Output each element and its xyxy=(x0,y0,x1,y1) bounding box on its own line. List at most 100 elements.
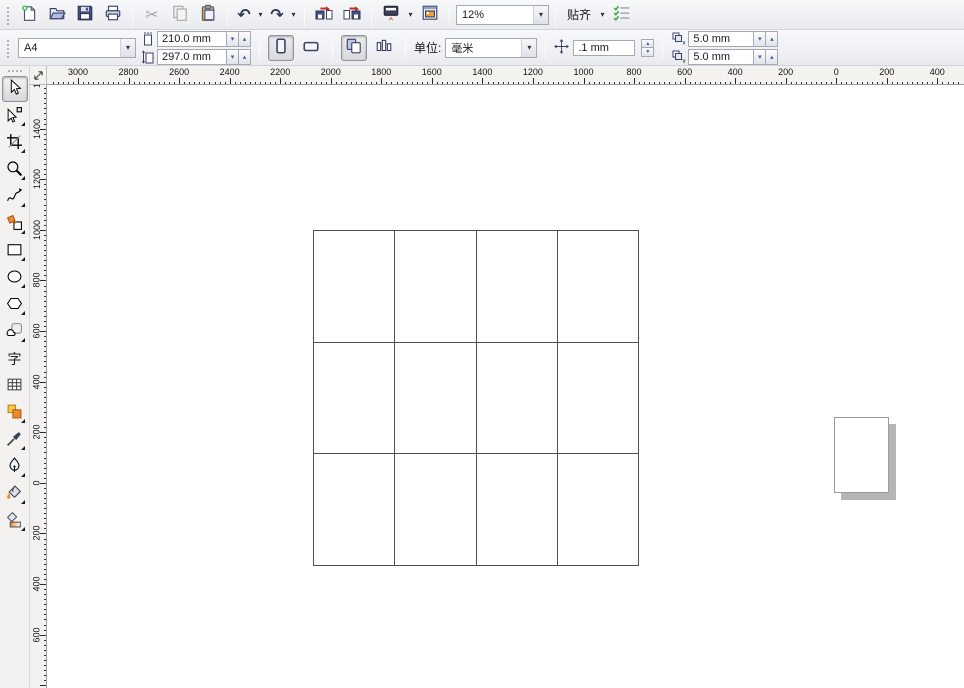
propbar-grip[interactable] xyxy=(5,37,10,58)
horizontal-ruler[interactable]: 3000 2800 2600 2400 2200 2000 1800 1600 1400 1200… xyxy=(47,66,964,85)
nudge-spin-up[interactable]: ▴ xyxy=(641,38,655,48)
grid-cell[interactable] xyxy=(394,230,476,342)
nudge-offset-field[interactable]: .1 mm xyxy=(573,39,636,56)
welcome-screen-button[interactable] xyxy=(417,2,443,28)
nudge-spin-down[interactable]: ▾ xyxy=(641,47,655,57)
units-combo[interactable]: 毫米 ▾ xyxy=(445,37,538,58)
standard-toolbar: ✂ ↶ ▾ ↷ ▾ ▾ 12% ▾ 贴齐 ▾ xyxy=(0,0,964,30)
rectangle-tool[interactable] xyxy=(2,238,28,264)
shape-tool[interactable] xyxy=(2,103,28,129)
export-icon xyxy=(343,4,361,25)
welcome-screen-icon xyxy=(421,4,439,25)
copy-button[interactable] xyxy=(167,2,193,28)
drawing-canvas[interactable] xyxy=(47,85,964,688)
new-document-icon xyxy=(20,4,38,25)
outline-pen-tool[interactable] xyxy=(2,454,28,480)
open-button[interactable] xyxy=(44,2,70,28)
application-launcher-button[interactable] xyxy=(378,2,404,28)
coreldraw-window: ✂ ↶ ▾ ↷ ▾ ▾ 12% ▾ 贴齐 ▾ A4 ▾ 210.0 mm ▾ ▴… xyxy=(0,0,964,688)
redo-dropdown-caret[interactable]: ▾ xyxy=(289,10,298,19)
grid-cell[interactable] xyxy=(313,453,395,565)
table-tool[interactable] xyxy=(2,373,28,399)
grid-cell[interactable] xyxy=(394,341,476,454)
all-pages-size-button[interactable] xyxy=(341,34,367,61)
grid-cell[interactable] xyxy=(394,453,476,565)
snap-to-caret[interactable]: ▾ xyxy=(598,10,607,19)
grid-cell[interactable] xyxy=(313,230,395,342)
options-button[interactable] xyxy=(609,2,635,28)
duplicate-y-spin-up[interactable]: ▴ xyxy=(766,48,779,65)
duplicate-y-field[interactable]: 5.0 mm xyxy=(688,48,755,65)
toolbar-grip[interactable] xyxy=(5,4,10,25)
vertical-ruler[interactable]: 16001400120010008006004002000200400600 xyxy=(30,85,47,688)
duplicate-x-spin-up[interactable]: ▴ xyxy=(766,30,779,47)
zoom-level-value: 12% xyxy=(462,8,485,21)
paper-height-spin-up[interactable]: ▴ xyxy=(239,48,251,65)
eyedropper-tool[interactable] xyxy=(2,427,28,453)
zoom-level-combo[interactable]: 12% ▾ xyxy=(456,4,549,25)
paste-clipboard-icon xyxy=(199,4,217,25)
separator xyxy=(332,36,333,59)
duplicate-x-icon: x xyxy=(671,32,686,45)
save-button[interactable] xyxy=(72,2,98,28)
undo-icon: ↶ xyxy=(237,4,251,24)
grid-cell[interactable] xyxy=(556,230,638,342)
snap-to-button[interactable]: 贴齐 xyxy=(562,2,596,28)
undo-dropdown-caret[interactable]: ▾ xyxy=(256,10,265,19)
portrait-orientation-button[interactable] xyxy=(268,34,294,61)
grid-cell[interactable] xyxy=(475,341,557,454)
current-page-size-button[interactable] xyxy=(371,35,397,61)
units-label: 单位: xyxy=(414,41,442,55)
paper-height-spin-down[interactable]: ▾ xyxy=(227,48,239,65)
landscape-orientation-button[interactable] xyxy=(298,35,324,61)
ruler-origin[interactable] xyxy=(30,66,47,85)
paper-height-field[interactable]: 297.0 mm xyxy=(157,48,227,65)
flyout-indicator xyxy=(20,500,25,504)
overlapping-pages-icon xyxy=(345,37,363,58)
import-button[interactable] xyxy=(311,2,337,28)
grid-cell[interactable] xyxy=(475,230,557,342)
interactive-fill-tool[interactable] xyxy=(2,508,28,534)
svg-text:x: x xyxy=(682,41,685,46)
redo-button[interactable]: ↷ xyxy=(267,2,287,28)
flyout-indicator xyxy=(20,473,25,477)
paper-size-combo[interactable]: A4 ▾ xyxy=(18,37,136,58)
ellipse-tool[interactable] xyxy=(2,265,28,291)
grid-cell[interactable] xyxy=(556,453,638,565)
grid-object[interactable] xyxy=(313,230,639,566)
pick-tool[interactable] xyxy=(1,76,28,102)
crop-tool[interactable] xyxy=(2,130,28,156)
undo-button[interactable]: ↶ xyxy=(234,2,254,28)
duplicate-y-spin-down[interactable]: ▾ xyxy=(754,48,767,65)
cut-button[interactable]: ✂ xyxy=(139,2,165,28)
text-tool-glyph: 字 xyxy=(7,351,22,367)
separator xyxy=(405,36,406,59)
duplicate-x-spin-down[interactable]: ▾ xyxy=(754,30,767,47)
flyout-indicator xyxy=(20,311,25,315)
duplicate-x-field[interactable]: 5.0 mm xyxy=(688,30,755,47)
grid-cell[interactable] xyxy=(475,453,557,565)
paste-button[interactable] xyxy=(195,2,221,28)
text-tool[interactable]: 字 xyxy=(2,346,28,372)
separator xyxy=(304,3,305,26)
new-document-button[interactable] xyxy=(16,2,42,28)
redo-icon: ↷ xyxy=(270,4,284,24)
grid-cell[interactable] xyxy=(556,341,638,454)
toolbox-grip[interactable] xyxy=(6,69,23,73)
paper-width-spin-up[interactable]: ▴ xyxy=(239,30,251,47)
paper-width-spin-down[interactable]: ▾ xyxy=(227,30,239,47)
print-button[interactable] xyxy=(100,2,126,28)
flyout-indicator xyxy=(20,149,25,153)
blend-tool[interactable] xyxy=(2,400,28,426)
basic-shapes-tool[interactable] xyxy=(2,319,28,345)
paper-width-field[interactable]: 210.0 mm xyxy=(157,30,227,47)
flyout-indicator xyxy=(20,122,25,126)
polygon-tool[interactable] xyxy=(2,292,28,318)
application-launcher-caret[interactable]: ▾ xyxy=(406,10,415,19)
smart-fill-tool[interactable] xyxy=(2,211,28,237)
zoom-tool[interactable] xyxy=(2,157,28,183)
fill-tool[interactable] xyxy=(2,481,28,507)
export-button[interactable] xyxy=(339,2,365,28)
grid-cell[interactable] xyxy=(313,341,395,454)
freehand-tool[interactable] xyxy=(2,184,28,210)
